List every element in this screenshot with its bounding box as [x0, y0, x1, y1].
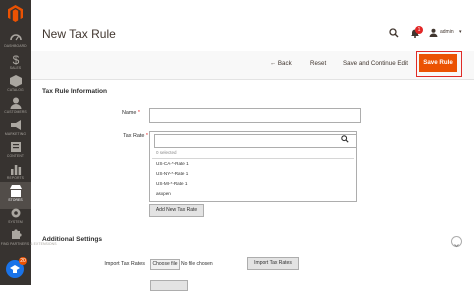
tax-rate-option[interactable]: US-NY-*-Rate 1 [156, 171, 188, 176]
arrow-left-icon: ← [270, 60, 278, 67]
user-name[interactable]: admin [440, 29, 454, 35]
add-new-tax-rate-button[interactable]: Add New Tax Rate [149, 204, 204, 217]
save-rule-button[interactable]: Save Rule [419, 54, 457, 72]
tax-rate-label: Tax Rate * [123, 133, 148, 139]
help-chat-button[interactable]: 20 [6, 257, 27, 278]
collapse-chevron-icon [454, 244, 459, 248]
sidebar-item-label: SYSTEM [8, 220, 23, 224]
admin-sidebar: DASHBOARD $ SALES CATALOG CUSTOMERS MARK… [0, 0, 57, 285]
export-button[interactable] [150, 280, 188, 291]
save-and-continue-button[interactable]: Save and Continue Edit [343, 60, 408, 67]
section-title-tax-rule-information: Tax Rule Information [42, 88, 108, 95]
customers-icon [10, 97, 21, 109]
sidebar-item-partners[interactable]: FIND PARTNERS & EXTENSIONS [0, 226, 57, 256]
puzzle-icon [11, 229, 22, 239]
import-tax-rates-label: Import Tax Rates [104, 261, 145, 267]
tax-rate-option[interactable]: US-MI-*-Rate 1 [156, 181, 187, 186]
choose-file-button[interactable]: Choose file [150, 259, 180, 270]
svg-text:$: $ [12, 53, 19, 66]
sidebar-item-label: CUSTOMERS [4, 110, 27, 114]
content-icon [10, 142, 21, 152]
selected-count: 0 selected [156, 150, 177, 155]
user-icon[interactable] [429, 28, 438, 37]
magento-logo-icon [8, 5, 23, 22]
megaphone-icon [10, 120, 21, 130]
sidebar-item-label: CATALOG [7, 88, 24, 92]
required-asterisk: * [137, 110, 140, 116]
tax-rate-search-input[interactable] [154, 134, 357, 148]
chevron-down-icon[interactable]: ▾ [459, 29, 462, 35]
hat-icon [10, 265, 20, 273]
import-tax-rates-button[interactable]: Import Tax Rates [247, 257, 299, 270]
notification-badge: 1 [415, 26, 423, 34]
name-label: Name * [122, 110, 140, 116]
reset-button[interactable]: Reset [310, 60, 326, 67]
back-button-label: Back [277, 60, 292, 67]
magento-logo[interactable] [0, 0, 31, 27]
name-input[interactable] [149, 108, 361, 123]
sidebar-item-label: REPORTS [6, 176, 25, 180]
tax-rate-option[interactable]: asxpen [156, 191, 171, 196]
sidebar-item-label: FIND PARTNERS & EXTENSIONS [0, 242, 57, 246]
page-title: New Tax Rule [42, 27, 116, 41]
sidebar-item-label: SALES [9, 66, 22, 70]
dashboard-icon [9, 34, 22, 41]
box-icon [9, 75, 22, 87]
required-asterisk: * [145, 133, 148, 139]
search-icon[interactable] [389, 28, 399, 38]
back-button[interactable]: ← Back [270, 60, 292, 67]
sidebar-item-label: DASHBOARD [4, 44, 27, 48]
search-icon[interactable] [341, 135, 349, 143]
bar-chart-icon [10, 165, 21, 175]
gear-icon [11, 208, 20, 218]
chevron-down-icon[interactable] [451, 236, 462, 248]
sidebar-item-label: MARKETING [4, 132, 27, 136]
section-title-additional-settings[interactable]: Additional Settings [42, 236, 102, 243]
sidebar-item-label: STORES [8, 198, 23, 202]
store-icon [9, 185, 22, 197]
tax-rate-option[interactable]: US-CA-*-Rate 1 [156, 161, 189, 166]
divider [152, 158, 354, 159]
fab-badge: 20 [19, 257, 27, 265]
sidebar-item-label: CONTENT [6, 154, 25, 158]
no-file-chosen-text: No file chosen [181, 261, 213, 267]
dollar-icon: $ [12, 53, 19, 66]
